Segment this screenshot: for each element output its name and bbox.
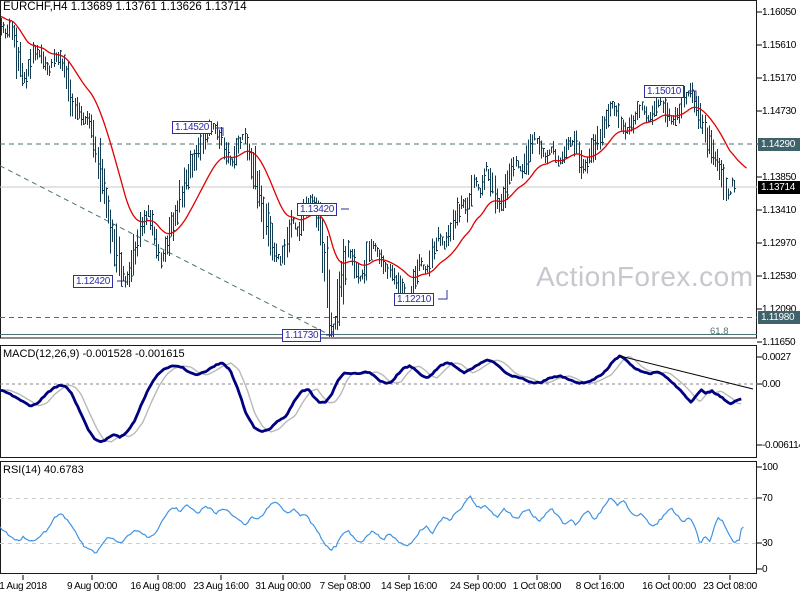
ohlc-bars bbox=[0, 17, 736, 337]
rsi-axis-label: 30 bbox=[762, 537, 773, 549]
price-level-label[interactable]: 1.14520 bbox=[172, 121, 213, 134]
rsi-indicator-label: RSI(14) 40.6783 bbox=[3, 464, 84, 476]
y-axis-label: 1.15170 bbox=[762, 72, 797, 84]
macd-axis-label: -0.006114 bbox=[762, 439, 800, 451]
macd-indicator-label: MACD(12,26,9) -0.001528 -0.001615 bbox=[3, 348, 185, 360]
axis-price-tag: 1.11980 bbox=[758, 310, 800, 324]
axis-price-tag: 1.14290 bbox=[758, 137, 800, 151]
rsi-panel-border bbox=[0, 461, 757, 574]
y-axis-label: 1.11650 bbox=[762, 336, 796, 348]
price-level-label[interactable]: 1.15010 bbox=[644, 85, 685, 98]
y-axis-label: 1.13410 bbox=[762, 204, 797, 216]
price-panel-border bbox=[0, 0, 757, 339]
price-level-label[interactable]: 1.12420 bbox=[73, 275, 114, 288]
x-axis-date-label: 23 Oct 08:00 bbox=[703, 581, 757, 592]
x-axis-date-label: 1 Aug 2018 bbox=[0, 581, 47, 592]
x-axis-date-label: 9 Aug 00:00 bbox=[66, 581, 118, 592]
symbol-ohlc-title: EURCHF,H4 1.13689 1.13761 1.13626 1.1371… bbox=[3, 1, 247, 13]
x-axis-date-label: 31 Aug 00:00 bbox=[255, 581, 311, 592]
y-axis-label: 1.12530 bbox=[762, 270, 797, 282]
x-axis-date-label: 16 Aug 08:00 bbox=[130, 581, 186, 592]
macd-axis-label: 0.00 bbox=[762, 378, 781, 390]
rsi-axis-label: 70 bbox=[762, 492, 773, 504]
rsi-axis-label: 100 bbox=[762, 461, 778, 473]
chart-window: ActionForex.com EURCHF,H4 1.13689 1.1376… bbox=[0, 0, 800, 600]
x-axis-date-label: 8 Oct 16:00 bbox=[575, 581, 625, 592]
price-level-label[interactable]: 1.11730 bbox=[282, 329, 322, 342]
price-level-label[interactable]: 1.12210 bbox=[394, 293, 435, 306]
x-axis-date-label: 1 Oct 08:00 bbox=[512, 581, 562, 592]
macd-main-line bbox=[0, 354, 742, 444]
x-axis-date-label: 7 Sep 08:00 bbox=[319, 581, 371, 592]
x-axis-date-label: 16 Oct 00:00 bbox=[642, 581, 696, 592]
price-level-label[interactable]: 1.13420 bbox=[297, 203, 338, 216]
y-axis-label: 1.15610 bbox=[762, 39, 797, 51]
y-axis-label: 1.14730 bbox=[762, 105, 797, 117]
fib-61.8-label: 61.8 bbox=[710, 326, 729, 337]
rsi-line bbox=[0, 495, 744, 554]
macd-signal-line bbox=[0, 356, 742, 443]
macd-axis-label: 0.0027 bbox=[762, 351, 791, 363]
axis-price-tag: 1.13714 bbox=[758, 180, 800, 194]
x-axis-date-label: 24 Sep 00:00 bbox=[450, 581, 506, 592]
price-label-connector bbox=[438, 290, 448, 300]
x-axis-date-label: 23 Aug 16:00 bbox=[193, 581, 249, 592]
y-axis-label: 1.12970 bbox=[762, 237, 797, 249]
x-axis-date-label: 14 Sep 16:00 bbox=[381, 581, 437, 592]
rsi-axis-label: 0 bbox=[762, 563, 768, 575]
y-axis-label: 1.16050 bbox=[762, 6, 797, 18]
